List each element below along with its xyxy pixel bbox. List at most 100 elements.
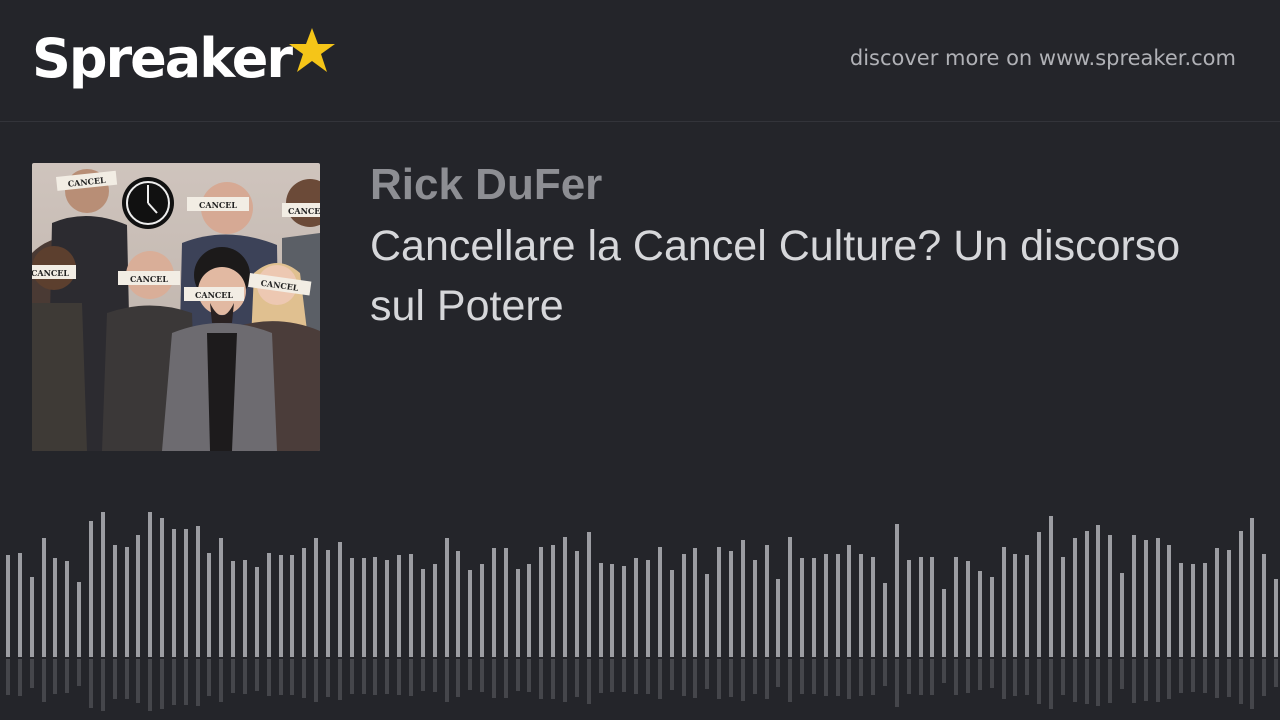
waveform-bar	[492, 548, 496, 657]
waveform-bar	[1250, 518, 1254, 657]
waveform-bar-reflection	[160, 659, 164, 709]
waveform-bar-reflection	[65, 659, 69, 693]
waveform-bar-reflection	[575, 659, 579, 697]
waveform-bar-reflection	[907, 659, 911, 694]
waveform-bar	[1239, 531, 1243, 657]
audio-waveform[interactable]	[0, 500, 1280, 720]
waveform-bar	[527, 564, 531, 657]
waveform-bar-reflection	[125, 659, 129, 699]
waveform-bar	[919, 557, 923, 657]
waveform-bar-reflection	[326, 659, 330, 697]
waveform-bar-reflection	[954, 659, 958, 695]
waveform-bar-reflection	[136, 659, 140, 703]
waveform-bar-reflection	[1049, 659, 1053, 709]
waveform-bar-reflection	[492, 659, 496, 698]
waveform-bar	[326, 550, 330, 657]
cancel-label: CANCEL	[32, 265, 76, 279]
waveform-bar	[231, 561, 235, 657]
waveform-bar	[658, 547, 662, 657]
waveform-bar	[1085, 531, 1089, 657]
waveform-bar	[1096, 525, 1100, 657]
waveform-bar-reflection	[1167, 659, 1171, 699]
waveform-bar	[1025, 555, 1029, 657]
waveform-bar	[1179, 563, 1183, 657]
waveform-bar-reflection	[1108, 659, 1112, 703]
waveform-bar-reflection	[587, 659, 591, 704]
waveform-bar	[207, 553, 211, 657]
waveform-bar	[42, 538, 46, 657]
waveform-bar	[871, 557, 875, 657]
waveform-bar	[77, 582, 81, 657]
waveform-bar-reflection	[705, 659, 709, 689]
waveform-bar	[954, 557, 958, 657]
waveform-bar-reflection	[148, 659, 152, 711]
waveform-bar	[1227, 550, 1231, 657]
waveform-bar	[456, 551, 460, 657]
waveform-bar-reflection	[184, 659, 188, 705]
waveform-bar-reflection	[741, 659, 745, 701]
waveform-bar	[516, 569, 520, 657]
waveform-bar	[302, 548, 306, 657]
waveform-bar	[373, 557, 377, 657]
waveform-bar	[445, 538, 449, 657]
waveform-bar	[729, 551, 733, 657]
waveform-bar-reflection	[1239, 659, 1243, 704]
waveform-bar-reflection	[693, 659, 697, 698]
waveform-bar-reflection	[729, 659, 733, 697]
waveform-bar-reflection	[539, 659, 543, 699]
waveform-bar	[113, 545, 117, 657]
waveform-bar-reflection	[480, 659, 484, 692]
waveform-bar-reflection	[563, 659, 567, 702]
waveform-bar-reflection	[1250, 659, 1254, 709]
waveform-bar	[219, 538, 223, 657]
waveform-bar-reflection	[445, 659, 449, 702]
spreaker-logo[interactable]: Spreaker	[32, 24, 337, 96]
waveform-bar-reflection	[314, 659, 318, 702]
waveform-bar	[966, 561, 970, 657]
waveform-bar-reflection	[670, 659, 674, 690]
waveform-bar-reflection	[847, 659, 851, 699]
waveform-bar	[587, 532, 591, 657]
waveform-bar-reflection	[1262, 659, 1266, 696]
waveform-bar-reflection	[942, 659, 946, 683]
discover-more-link[interactable]: discover more on www.spreaker.com	[850, 46, 1236, 70]
waveform-bar	[196, 526, 200, 657]
waveform-bar	[1049, 516, 1053, 657]
waveform-bar	[1144, 540, 1148, 657]
waveform-bar-reflection	[267, 659, 271, 696]
waveform-bar	[1108, 535, 1112, 657]
waveform-bar	[1073, 538, 1077, 657]
waveform-bar-reflection	[1144, 659, 1148, 701]
waveform-bar	[753, 560, 757, 657]
waveform-bar	[1132, 535, 1136, 657]
waveform-bar-reflection	[42, 659, 46, 702]
waveform-bar-reflection	[1085, 659, 1089, 704]
waveform-bar	[765, 545, 769, 657]
waveform-bar-reflection	[990, 659, 994, 688]
waveform-bar	[705, 574, 709, 657]
waveform-bar	[859, 554, 863, 657]
waveform-bar	[622, 566, 626, 657]
waveform-bar-reflection	[1037, 659, 1041, 704]
waveform-bar	[812, 558, 816, 657]
waveform-bar-reflection	[504, 659, 508, 698]
waveform-bar-reflection	[1179, 659, 1183, 693]
waveform-bar-reflection	[207, 659, 211, 696]
waveform-bar-reflection	[776, 659, 780, 687]
waveform-bar	[409, 554, 413, 657]
waveform-bar-reflection	[456, 659, 460, 697]
waveform-bar-reflection	[658, 659, 662, 699]
waveform-bar-reflection	[978, 659, 982, 690]
waveform-bar	[255, 567, 259, 657]
waveform-bar-reflection	[468, 659, 472, 690]
waveform-bar-reflection	[919, 659, 923, 695]
waveform-bar	[101, 512, 105, 657]
waveform-bar	[1002, 547, 1006, 657]
waveform-bar	[397, 555, 401, 657]
waveform-bar-reflection	[717, 659, 721, 699]
episode-author[interactable]: Rick DuFer	[370, 160, 602, 210]
waveform-bar-reflection	[634, 659, 638, 694]
waveform-bar	[1191, 564, 1195, 657]
player-page: Spreaker discover more on www.spreaker.c…	[0, 0, 1280, 720]
waveform-bar	[89, 521, 93, 657]
